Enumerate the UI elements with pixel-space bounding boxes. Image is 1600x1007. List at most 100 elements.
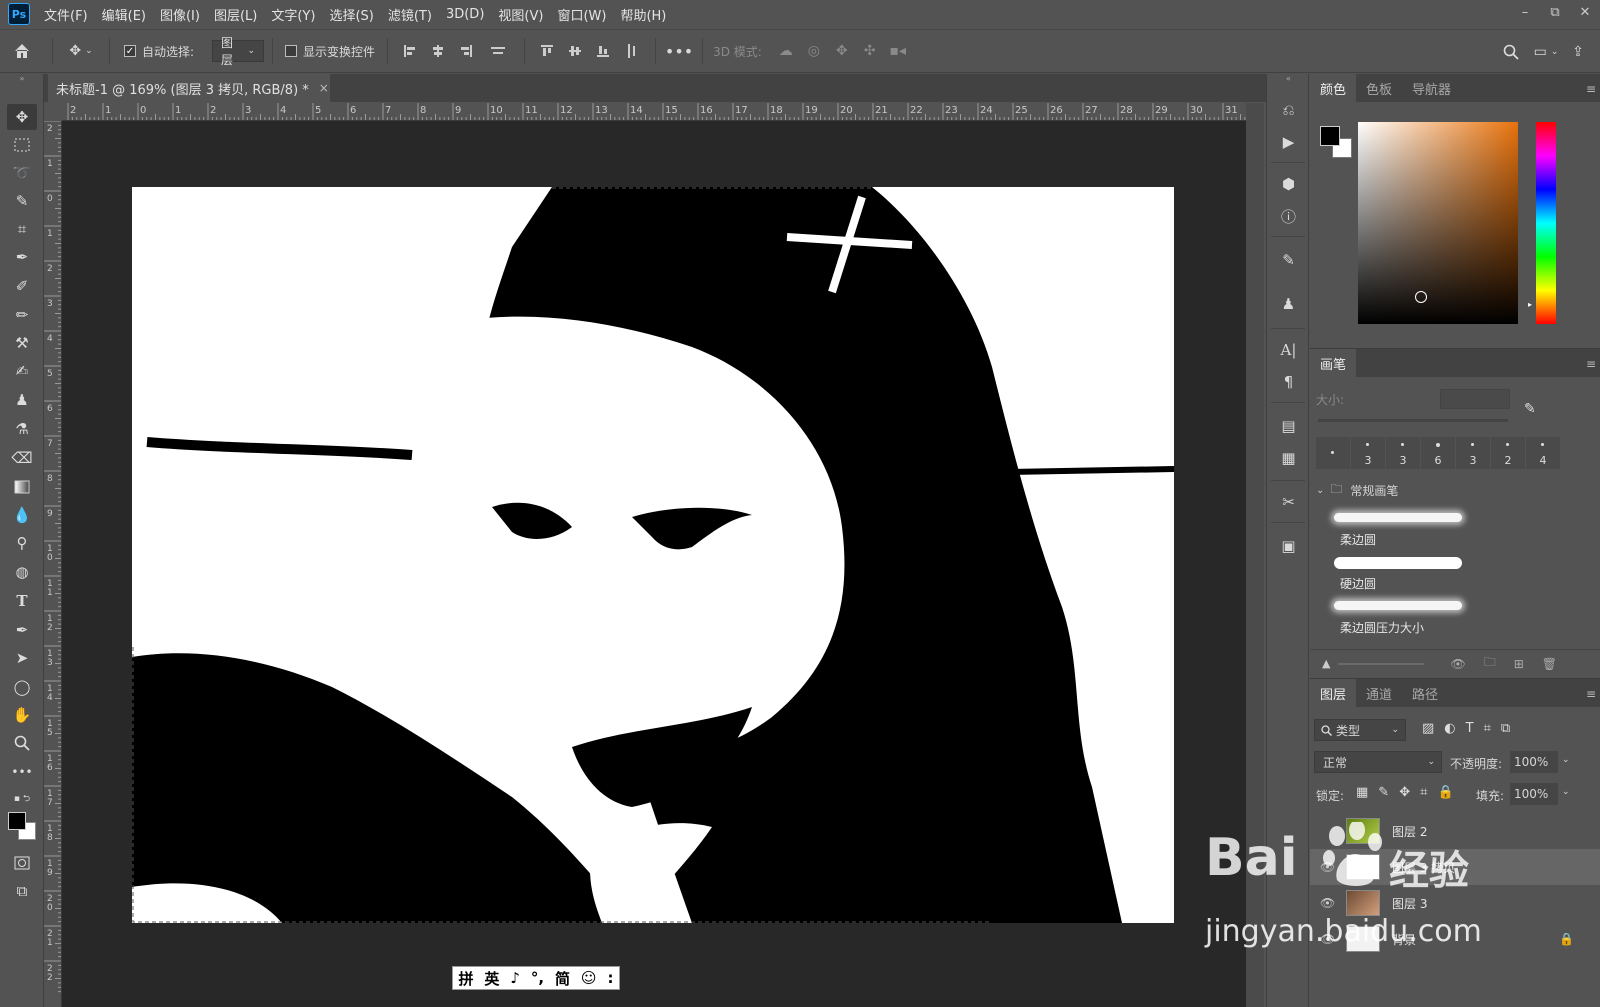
brush-size-slider[interactable]	[1318, 419, 1508, 422]
brush-hard-round[interactable]: 硬边圆	[1332, 551, 1466, 595]
crop-tool-icon[interactable]: ⌗	[7, 216, 37, 242]
preview-size-slider[interactable]	[1338, 662, 1425, 665]
workspace-icon[interactable]: ▭ ⌄	[1526, 38, 1566, 66]
menu-filter[interactable]: 滤镜(T)	[388, 5, 432, 24]
blur-tool-icon[interactable]: 💧	[7, 502, 37, 528]
menu-select[interactable]: 选择(S)	[329, 5, 373, 24]
path-selection-tool-icon[interactable]: ➤	[7, 645, 37, 671]
lock-artboard-icon[interactable]: ⌗	[1420, 785, 1427, 800]
layer-comps-icon[interactable]: ▣	[1275, 534, 1302, 558]
fg-bg-swatches[interactable]	[1320, 126, 1354, 160]
search-icon[interactable]	[1496, 38, 1526, 66]
document-image[interactable]	[132, 187, 1174, 923]
3d-roll-icon[interactable]: ◎	[800, 37, 828, 65]
brush-preset[interactable]: 3	[1351, 437, 1385, 469]
opacity-slider-toggle-icon[interactable]: ⌄	[1562, 755, 1570, 765]
lock-position-icon[interactable]: ✥	[1399, 785, 1410, 800]
vertical-scrollbar[interactable]	[1246, 103, 1264, 1007]
delete-icon[interactable]: 🗑	[1542, 657, 1557, 671]
tab-layers[interactable]: 图层	[1310, 679, 1357, 707]
clone-source-icon[interactable]: ♟	[1275, 292, 1302, 316]
tab-paths[interactable]: 路径	[1402, 679, 1448, 707]
canvas-workspace[interactable]: 拼 英 ♪ °, 简 ☺ :	[62, 121, 1246, 1007]
layer-row[interactable]: 图层 2	[1310, 813, 1600, 849]
brush-preset[interactable]: 2	[1491, 437, 1525, 469]
blend-mode-dropdown[interactable]: 正常 ⌄	[1314, 751, 1442, 773]
lasso-tool-icon[interactable]: ➰	[7, 160, 37, 186]
menu-3d[interactable]: 3D(D)	[446, 7, 484, 22]
brush-soft-round[interactable]: 柔边圆	[1332, 507, 1466, 551]
brush-tool-icon[interactable]: ✏	[7, 302, 37, 328]
mixer-brush-tool-icon[interactable]: ⚗	[7, 416, 37, 442]
toggle-preview-icon[interactable]: 👁	[1450, 657, 1465, 671]
align-right-icon[interactable]	[452, 37, 480, 65]
3d-camera-icon[interactable]: ▪◂	[884, 37, 912, 65]
brush-soft-round-pressure[interactable]: 柔边圆压力大小	[1332, 595, 1466, 639]
move-tool-preset-icon[interactable]: ✥ ⌄	[61, 37, 101, 65]
eraser-tool-icon[interactable]: ⌫	[7, 445, 37, 471]
align-top-icon[interactable]	[533, 37, 561, 65]
quick-selection-tool-icon[interactable]: ✎	[7, 188, 37, 214]
menu-help[interactable]: 帮助(H)	[620, 5, 666, 24]
close-tab-icon[interactable]: ×	[319, 81, 329, 95]
ime-punctuation-icon[interactable]: °,	[531, 969, 544, 987]
menu-layer[interactable]: 图层(L)	[214, 5, 257, 24]
auto-select-checkbox[interactable]: ✓ 自动选择:	[118, 37, 200, 65]
fill-slider-toggle-icon[interactable]: ⌄	[1562, 787, 1570, 797]
stamp-tool-icon[interactable]: ♟	[7, 387, 37, 413]
ellipse-tool-icon[interactable]: ◯	[7, 674, 37, 700]
panel-menu-icon[interactable]: ≡	[1586, 687, 1596, 701]
clone-stamp-tool-icon[interactable]: ⚒	[7, 330, 37, 356]
3d-slide-icon[interactable]: ✣	[856, 37, 884, 65]
brush-preset[interactable]: 6	[1421, 437, 1455, 469]
layer-row-selected[interactable]: 👁 图层 3 拷贝	[1310, 849, 1600, 885]
tool-presets-icon[interactable]: ✂	[1275, 490, 1302, 514]
hand-tool-icon[interactable]: ✋	[7, 702, 37, 728]
ime-lang-toggle[interactable]: 英	[484, 968, 499, 989]
document-tab[interactable]: 未标题-1 @ 169% (图层 3 拷贝, RGB/8) * ×	[48, 74, 330, 102]
panel-menu-icon[interactable]: ≡	[1586, 82, 1596, 96]
auto-select-dropdown[interactable]: 图层 ⌄	[212, 36, 265, 67]
collapse-strip-icon[interactable]: «	[1275, 74, 1302, 83]
filter-pixel-icon[interactable]: ▨	[1422, 721, 1434, 736]
horizontal-ruler[interactable]: 2 1 0 1 2 3 4 5 6 7 8 9 10 11 12 13 14 15 16 17 18 19 20 21 22 23…	[62, 103, 1246, 121]
menu-file[interactable]: 文件(F)	[44, 5, 88, 24]
move-tool-icon[interactable]: ✥	[7, 104, 37, 130]
zoom-tool-icon[interactable]	[7, 730, 37, 756]
share-icon[interactable]: ⇪	[1566, 38, 1590, 66]
eyedropper-tool-icon[interactable]: ✒	[7, 244, 37, 270]
3d-panel-icon[interactable]: ⬢	[1275, 172, 1302, 196]
foreground-color-swatch[interactable]	[8, 812, 26, 830]
tab-brushes[interactable]: 画笔	[1310, 349, 1357, 377]
lock-all-icon[interactable]: 🔒	[1437, 785, 1453, 800]
tab-channels[interactable]: 通道	[1356, 679, 1402, 707]
minimize-button[interactable]: –	[1510, 0, 1540, 24]
align-bottom-icon[interactable]	[589, 37, 617, 65]
menu-image[interactable]: 图像(I)	[160, 5, 200, 24]
foreground-color-swatch[interactable]	[1320, 126, 1340, 146]
align-left-icon[interactable]	[396, 37, 424, 65]
history-brush-tool-icon[interactable]: ✍	[7, 358, 37, 384]
ime-pinyin-icon[interactable]: 拼	[458, 968, 473, 989]
type-tool-icon[interactable]: T	[7, 588, 37, 614]
tab-swatches[interactable]: 色板	[1356, 74, 1402, 102]
menu-type[interactable]: 文字(Y)	[271, 5, 315, 24]
ruler-origin[interactable]	[44, 103, 62, 121]
info-panel-icon[interactable]: ⓘ	[1275, 204, 1302, 228]
visibility-eye-icon[interactable]: 👁	[1320, 932, 1335, 946]
layer-row[interactable]: 👁 图层 3	[1310, 885, 1600, 921]
align-middle-icon[interactable]	[561, 37, 589, 65]
more-options-icon[interactable]: •••	[664, 37, 694, 65]
character-panel-icon[interactable]: A|	[1275, 338, 1302, 362]
properties-panel-icon[interactable]: ▤	[1275, 414, 1302, 438]
3d-orbit-icon[interactable]: ☁	[772, 37, 800, 65]
new-preset-icon[interactable]: ⊞	[1514, 657, 1524, 671]
filter-type-icon[interactable]: T	[1466, 721, 1474, 736]
new-group-icon[interactable]: 🗀	[1484, 653, 1496, 674]
screen-mode-icon[interactable]: ⧉	[7, 878, 37, 904]
color-swatches[interactable]	[8, 812, 38, 842]
paragraph-panel-icon[interactable]: ¶	[1275, 370, 1302, 394]
tab-color[interactable]: 颜色	[1310, 74, 1357, 102]
color-picker-ring-icon[interactable]	[1415, 291, 1427, 303]
filter-adjustment-icon[interactable]: ◐	[1444, 721, 1455, 736]
